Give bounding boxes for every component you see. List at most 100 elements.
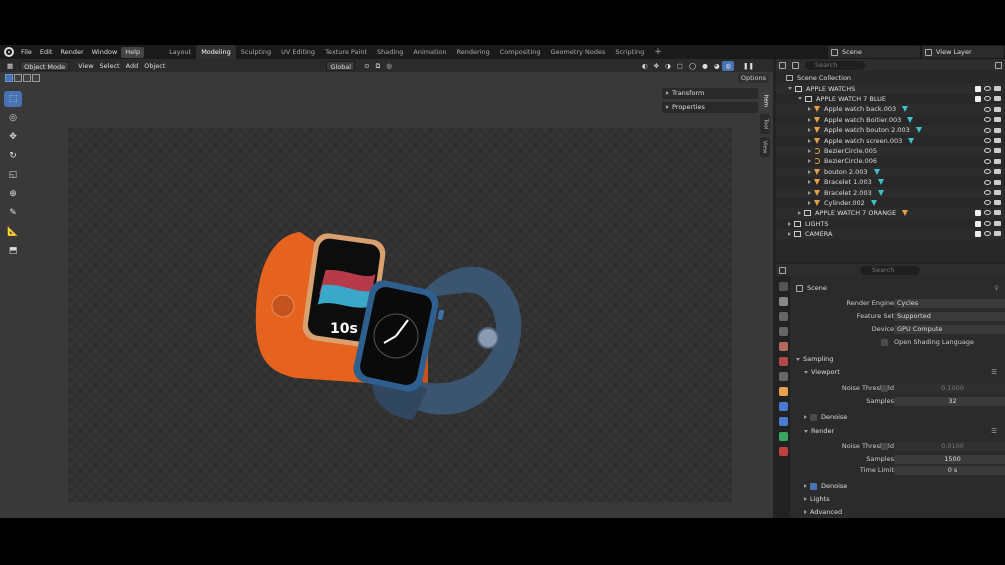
- eye-icon[interactable]: [984, 179, 991, 185]
- device-dropdown[interactable]: GPU Compute: [894, 324, 1005, 334]
- select-box-new-icon[interactable]: [5, 74, 13, 82]
- expand-arrow-icon[interactable]: [788, 221, 791, 226]
- menu-window[interactable]: Window: [88, 47, 122, 58]
- camera-icon[interactable]: [994, 117, 1001, 123]
- outliner-row[interactable]: CAMERA: [776, 229, 1005, 240]
- select-tool-icon[interactable]: ⬚: [4, 91, 22, 107]
- viewport-samples-field[interactable]: 32: [894, 396, 1005, 406]
- tab-modeling[interactable]: Modeling: [196, 45, 236, 59]
- output-tab-icon[interactable]: [779, 312, 788, 321]
- exclude-checkbox[interactable]: [975, 95, 981, 102]
- eye-icon[interactable]: [984, 138, 991, 144]
- eye-icon[interactable]: [984, 106, 991, 112]
- outliner-row[interactable]: BezierCircle.006: [776, 156, 1005, 166]
- transform-tool-icon[interactable]: ⊕: [4, 186, 22, 202]
- tab-view[interactable]: View: [760, 137, 770, 157]
- modifier-tab-icon[interactable]: [779, 402, 788, 411]
- expand-arrow-icon[interactable]: [808, 107, 811, 112]
- tab-sculpting[interactable]: Sculpting: [236, 45, 276, 59]
- menu-render[interactable]: Render: [56, 47, 87, 58]
- exclude-checkbox[interactable]: [975, 231, 981, 238]
- sampling-section-header[interactable]: Sampling: [790, 354, 1005, 364]
- snap-icon[interactable]: ⧉: [373, 61, 384, 71]
- expand-arrow-icon[interactable]: [808, 200, 811, 205]
- outliner-search-input[interactable]: Search: [805, 60, 865, 70]
- eye-icon[interactable]: [984, 210, 991, 216]
- add-workspace-button[interactable]: +: [649, 45, 667, 59]
- tab-uv-editing[interactable]: UV Editing: [276, 45, 320, 59]
- camera-icon[interactable]: [994, 179, 1001, 185]
- camera-icon[interactable]: [994, 220, 1001, 226]
- select-box-extend-icon[interactable]: [14, 74, 22, 82]
- outliner-row[interactable]: bouton 2.003: [776, 166, 1005, 177]
- pivot-icon[interactable]: ⊙: [361, 61, 372, 71]
- camera-icon[interactable]: [994, 85, 1001, 91]
- camera-icon[interactable]: [994, 210, 1001, 216]
- expand-arrow-icon[interactable]: [808, 159, 811, 164]
- tab-animation[interactable]: Animation: [408, 45, 451, 59]
- menu-file[interactable]: File: [17, 47, 36, 58]
- menu-help[interactable]: Help: [121, 46, 145, 58]
- properties-panel-header[interactable]: Properties: [662, 102, 758, 113]
- physics-tab-icon[interactable]: [779, 432, 788, 441]
- exclude-checkbox[interactable]: [975, 220, 981, 227]
- eye-icon[interactable]: [984, 220, 991, 226]
- tab-scripting[interactable]: Scripting: [610, 45, 649, 59]
- outliner-row[interactable]: Bracelet 1.003: [776, 177, 1005, 187]
- expand-arrow-icon[interactable]: [808, 128, 811, 133]
- menu-object[interactable]: Object: [141, 61, 168, 71]
- menu-select[interactable]: Select: [97, 61, 123, 71]
- tab-rendering[interactable]: Rendering: [452, 45, 495, 59]
- texture-tab-icon[interactable]: [779, 447, 788, 456]
- expand-arrow-icon[interactable]: [808, 169, 811, 174]
- overlay-icon[interactable]: ◑: [662, 61, 674, 71]
- menu-add[interactable]: Add: [123, 61, 142, 71]
- xray-icon[interactable]: ▢: [674, 61, 686, 71]
- view-layer-tab-icon[interactable]: [779, 327, 788, 336]
- outliner-row[interactable]: APPLE WATCHS: [776, 83, 1005, 94]
- expand-arrow-icon[interactable]: [808, 138, 811, 143]
- annotate-tool-icon[interactable]: ✎: [4, 205, 22, 221]
- lights-section-header[interactable]: Lights: [790, 494, 1005, 504]
- eye-icon[interactable]: [984, 95, 991, 101]
- visibility-icon[interactable]: ◐: [639, 61, 651, 71]
- camera-icon[interactable]: [994, 127, 1001, 133]
- transform-panel-header[interactable]: Transform: [662, 88, 758, 99]
- scene-selector[interactable]: Scene: [828, 46, 920, 58]
- camera-icon[interactable]: [994, 169, 1001, 175]
- advanced-section-header[interactable]: Advanced: [790, 507, 1005, 517]
- view-layer-selector[interactable]: View Layer: [922, 46, 1004, 58]
- editor-type-icon[interactable]: ▦: [4, 61, 16, 71]
- tab-texture-paint[interactable]: Texture Paint: [320, 45, 372, 59]
- shading-solid-icon[interactable]: ●: [699, 61, 711, 71]
- outliner-row[interactable]: Apple watch Boitier.003: [776, 115, 1005, 125]
- tab-layout[interactable]: Layout: [164, 45, 196, 59]
- noise-threshold-checkbox[interactable]: [881, 384, 888, 392]
- shading-material-icon[interactable]: ◕: [711, 61, 723, 71]
- scene-collection-row[interactable]: Scene Collection: [776, 73, 1005, 83]
- expand-arrow-icon[interactable]: [798, 211, 801, 216]
- tool-tab-icon[interactable]: [779, 282, 788, 291]
- expand-arrow-icon[interactable]: [788, 232, 791, 237]
- options-dropdown[interactable]: Options: [737, 74, 769, 83]
- menu-view[interactable]: View: [75, 61, 96, 71]
- blender-logo-icon[interactable]: [4, 47, 14, 57]
- scale-tool-icon[interactable]: ◱: [4, 167, 22, 183]
- gizmo-icon[interactable]: ✥: [651, 61, 662, 71]
- toggle-sidebar-icon[interactable]: ❚❚: [740, 61, 757, 71]
- camera-icon[interactable]: [994, 231, 1001, 237]
- cursor-tool-icon[interactable]: ◎: [4, 110, 22, 126]
- eye-icon[interactable]: [984, 158, 991, 164]
- add-cube-tool-icon[interactable]: ⬒: [4, 243, 22, 259]
- tab-shading[interactable]: Shading: [372, 45, 408, 59]
- measure-tool-icon[interactable]: 📐: [4, 224, 22, 240]
- orientation-dropdown[interactable]: Global: [326, 60, 356, 71]
- collection-tab-icon[interactable]: [779, 372, 788, 381]
- filter-icon[interactable]: [995, 61, 1002, 69]
- render-denoise-header[interactable]: Denoise: [790, 481, 1005, 491]
- select-box-subtract-icon[interactable]: [23, 74, 31, 82]
- outliner-row[interactable]: BezierCircle.005: [776, 145, 1005, 157]
- tab-item[interactable]: Item: [760, 91, 770, 111]
- object-tab-icon[interactable]: [779, 387, 788, 396]
- outliner-row[interactable]: APPLE WATCH 7 ORANGE: [776, 208, 1005, 219]
